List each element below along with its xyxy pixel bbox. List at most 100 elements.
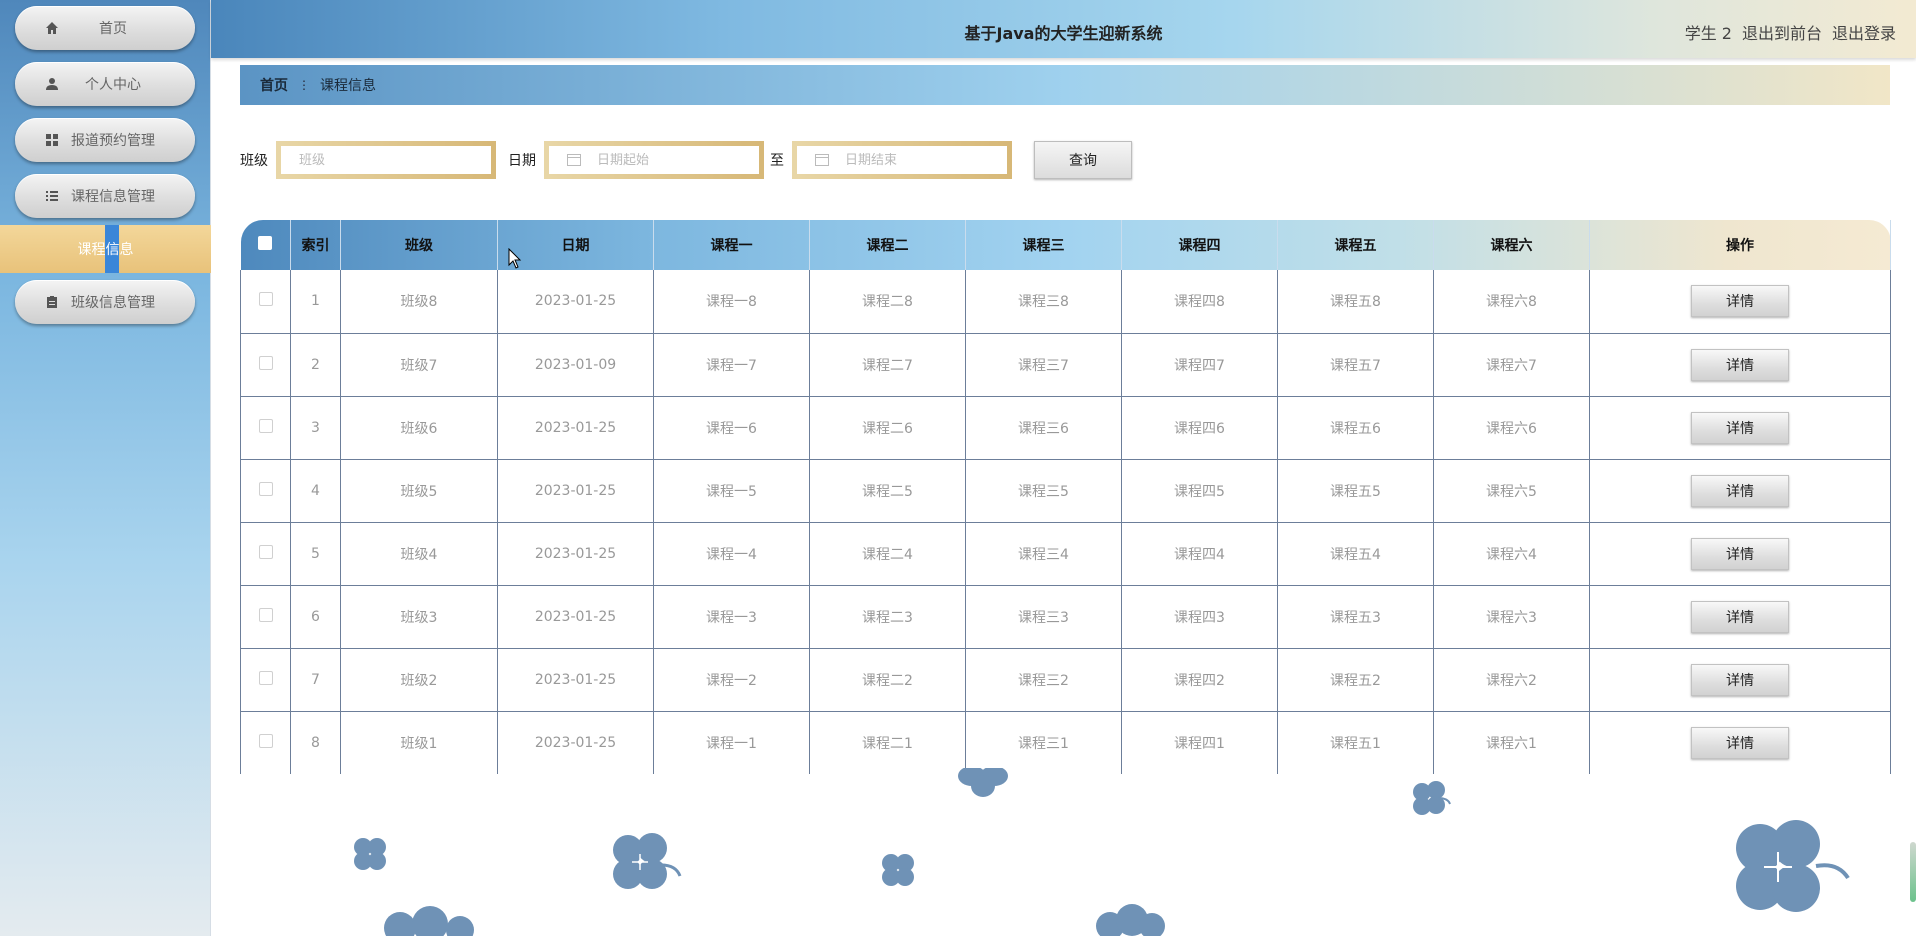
header-right: 学生 2 退出到前台 退出登录: [1685, 20, 1896, 44]
detail-button[interactable]: 详情: [1691, 348, 1789, 381]
select-all-checkbox[interactable]: [258, 236, 273, 250]
cell-index: 8: [290, 711, 341, 774]
cell-actions: 详情: [1589, 270, 1891, 334]
detail-button[interactable]: 详情: [1691, 537, 1789, 570]
row-checkbox[interactable]: [258, 481, 273, 496]
table-header-row: 索引 班级 日期 课程一 课程二 课程三 课程四 课程五 课程六 操作: [240, 220, 1891, 270]
class-input-wrap: [276, 141, 496, 179]
row-checkbox[interactable]: [258, 355, 273, 370]
class-input[interactable]: [299, 152, 469, 168]
col-class[interactable]: 班级: [340, 220, 498, 270]
sidebar-item-class-mgmt[interactable]: 班级信息管理: [15, 280, 195, 324]
flower-decoration-icon: [1726, 816, 1850, 928]
cell-course2: 课程二3: [809, 585, 966, 649]
table-row: 5 班级4 2023-01-25 课程一4 课程二4 课程三4 课程四4 课程五…: [240, 522, 1891, 586]
sidebar-item-home[interactable]: 首页: [15, 6, 195, 50]
logout-link[interactable]: 退出登录: [1832, 20, 1896, 44]
scrollbar-thumb[interactable]: [1910, 842, 1916, 902]
detail-button[interactable]: 详情: [1691, 600, 1789, 633]
cell-date: 2023-01-25: [497, 459, 654, 523]
col-course1[interactable]: 课程一: [653, 220, 810, 270]
date-label: 日期: [508, 153, 536, 169]
col-course2[interactable]: 课程二: [809, 220, 966, 270]
cell-actions: 详情: [1589, 522, 1891, 586]
table-row: 8 班级1 2023-01-25 课程一1 课程二1 课程三1 课程四1 课程五…: [240, 711, 1891, 774]
sidebar-item-profile[interactable]: 个人中心: [15, 62, 195, 106]
calendar-icon: [815, 154, 829, 166]
sidebar-item-course-mgmt[interactable]: 课程信息管理: [15, 174, 195, 218]
grid-icon: [43, 131, 61, 149]
cell-date: 2023-01-25: [497, 711, 654, 774]
cell-actions: 详情: [1589, 711, 1891, 774]
cell-course1: 课程一3: [653, 585, 810, 649]
breadcrumb-home[interactable]: 首页: [260, 75, 288, 95]
cell-index: 2: [290, 333, 341, 397]
row-checkbox[interactable]: [258, 418, 273, 433]
cell-date: 2023-01-25: [497, 522, 654, 586]
col-course5[interactable]: 课程五: [1277, 220, 1434, 270]
flower-decoration-icon: [370, 906, 480, 936]
cell-index: 3: [290, 396, 341, 460]
calendar-icon: [567, 154, 581, 166]
cell-course2: 课程二4: [809, 522, 966, 586]
cell-index: 5: [290, 522, 341, 586]
detail-button[interactable]: 详情: [1691, 474, 1789, 507]
start-date-input[interactable]: [597, 152, 747, 168]
cell-class: 班级7: [340, 333, 498, 397]
detail-button[interactable]: 详情: [1691, 726, 1789, 759]
cell-class: 班级4: [340, 522, 498, 586]
table-row: 6 班级3 2023-01-25 课程一3 课程二3 课程三3 课程四3 课程五…: [240, 585, 1891, 649]
col-course4[interactable]: 课程四: [1121, 220, 1278, 270]
cell-course5: 课程五6: [1277, 396, 1434, 460]
cell-course5: 课程五5: [1277, 459, 1434, 523]
cell-course5: 课程五3: [1277, 585, 1434, 649]
flower-decoration-icon: [1408, 778, 1452, 822]
list-icon: [43, 187, 61, 205]
current-user: 学生 2: [1684, 24, 1732, 43]
cell-class: 班级3: [340, 585, 498, 649]
cell-course4: 课程四2: [1121, 648, 1278, 712]
flower-decoration-icon: [878, 850, 920, 894]
cell-course4: 课程四8: [1121, 270, 1278, 334]
end-date-input[interactable]: [845, 152, 995, 168]
row-checkbox[interactable]: [258, 670, 273, 685]
cell-course4: 课程四7: [1121, 333, 1278, 397]
row-checkbox[interactable]: [258, 292, 273, 307]
app-title: 基于Java的大学生迎新系统: [964, 24, 1163, 43]
cell-index: 1: [290, 270, 341, 334]
detail-button[interactable]: 详情: [1691, 663, 1789, 696]
row-checkbox[interactable]: [258, 733, 273, 748]
front-link[interactable]: 退出到前台: [1742, 20, 1822, 44]
start-date-wrap: [544, 141, 764, 179]
sidebar-item-label: 个人中心: [85, 77, 141, 93]
detail-button[interactable]: 详情: [1691, 285, 1789, 318]
col-course3[interactable]: 课程三: [965, 220, 1122, 270]
row-select-cell: [240, 459, 291, 523]
cell-course1: 课程一4: [653, 522, 810, 586]
sidebar-item-appointment[interactable]: 报道预约管理: [15, 118, 195, 162]
cell-date: 2023-01-25: [497, 648, 654, 712]
table-row: 7 班级2 2023-01-25 课程一2 课程二2 课程三2 课程四2 课程五…: [240, 648, 1891, 712]
row-select-cell: [240, 396, 291, 460]
row-checkbox[interactable]: [258, 607, 273, 622]
user-icon: [43, 75, 61, 93]
cell-course4: 课程四6: [1121, 396, 1278, 460]
query-button[interactable]: 查询: [1034, 141, 1132, 179]
sidebar-subitem-course-info[interactable]: 课程信息: [0, 225, 211, 273]
cell-course6: 课程六8: [1433, 270, 1590, 334]
cell-course6: 课程六3: [1433, 585, 1590, 649]
cell-course3: 课程三7: [965, 333, 1122, 397]
cell-course4: 课程四1: [1121, 711, 1278, 774]
flower-decoration-icon: [606, 830, 682, 900]
cell-class: 班级5: [340, 459, 498, 523]
row-select-cell: [240, 648, 291, 712]
cell-course1: 课程一6: [653, 396, 810, 460]
mouse-cursor-icon: [508, 247, 522, 274]
cell-actions: 详情: [1589, 396, 1891, 460]
col-course6[interactable]: 课程六: [1433, 220, 1590, 270]
cell-course5: 课程五8: [1277, 270, 1434, 334]
search-bar: 班级 日期 至 查询: [240, 140, 1132, 180]
breadcrumb-current: 课程信息: [320, 78, 376, 94]
row-checkbox[interactable]: [258, 544, 273, 559]
detail-button[interactable]: 详情: [1691, 411, 1789, 444]
